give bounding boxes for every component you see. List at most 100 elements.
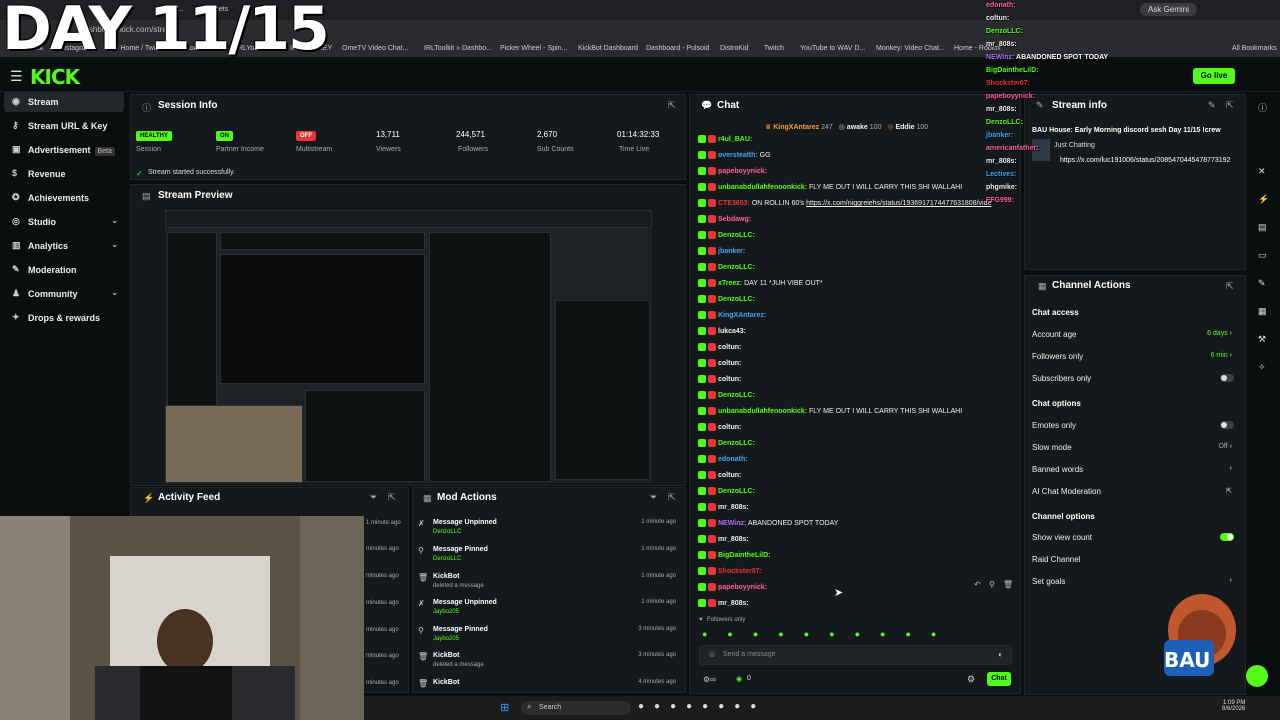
- app-icon[interactable]: [1246, 665, 1268, 687]
- chat-username[interactable]: mr_808s:: [718, 504, 749, 511]
- bookmark[interactable]: Twitch: [764, 45, 784, 52]
- chat-username[interactable]: KingXAntarez:: [718, 312, 766, 319]
- info-icon[interactable]: ⓘ: [1258, 101, 1267, 114]
- bookmark[interactable]: IRLToolkit » Dashbo...: [424, 45, 492, 52]
- ask-gemini-button[interactable]: Ask Gemini: [1140, 3, 1197, 16]
- bookmark[interactable]: KickBot Dashboard: [578, 45, 638, 52]
- chat-username[interactable]: Shockster07:: [718, 568, 762, 575]
- sidebar-item-advertisement[interactable]: ▣ Advertisement Beta: [4, 140, 124, 160]
- pin-icon[interactable]: ⚲: [989, 580, 995, 589]
- chat-username[interactable]: NEWinz:: [718, 520, 746, 527]
- bookmark[interactable]: Picker Wheel - Spin...: [500, 45, 567, 52]
- popout-icon[interactable]: ⇱: [388, 492, 396, 503]
- chat-username[interactable]: DenzoLLC:: [718, 440, 755, 447]
- sidebar-item-community[interactable]: ♟ Community ⌄: [4, 284, 124, 304]
- show-view-count-toggle[interactable]: [1220, 533, 1234, 541]
- gifter-name[interactable]: KingXAntarez: [773, 124, 819, 131]
- stream-link[interactable]: https://x.com/luc191006/status/208547044…: [1060, 157, 1230, 164]
- chat-username[interactable]: Sebdawg:: [718, 216, 751, 223]
- chat-username[interactable]: coltun:: [718, 344, 741, 351]
- chat-username[interactable]: overstealth:: [718, 152, 758, 159]
- menu-icon[interactable]: ☰: [10, 68, 23, 85]
- chat-username[interactable]: DenzoLLC:: [718, 264, 755, 271]
- set-goals-row[interactable]: Set goals ›: [1032, 577, 1238, 586]
- chat-username[interactable]: unbanabdullahfenoonkick:: [718, 408, 807, 415]
- followers-only-row[interactable]: Followers only 6 min ›: [1032, 352, 1238, 361]
- chat-username[interactable]: mr_808s:: [718, 536, 749, 543]
- sidebar-item-moderation[interactable]: ✎ Moderation: [4, 260, 124, 280]
- bookmark[interactable]: YouTube to WAV D...: [800, 45, 865, 52]
- clipboard-icon[interactable]: ▤: [1258, 222, 1267, 233]
- wrench-icon[interactable]: ⚒: [1258, 334, 1266, 345]
- chat-username[interactable]: edonath:: [718, 456, 748, 463]
- chat-username[interactable]: lukca43:: [718, 328, 746, 335]
- stream-preview-video[interactable]: [165, 210, 652, 483]
- bolt-icon[interactable]: ⚡: [1258, 194, 1269, 205]
- sidebar-item-analytics[interactable]: ▥ Analytics ⌄: [4, 236, 124, 256]
- mod-log-user[interactable]: Jaybo205: [433, 609, 459, 615]
- chat-username[interactable]: coltun:: [718, 472, 741, 479]
- filter-icon[interactable]: ⏷: [370, 492, 377, 503]
- gifter-name[interactable]: Eddie: [895, 124, 914, 131]
- settings-icon[interactable]: ⚙: [967, 674, 975, 685]
- sidebar-item-stream[interactable]: ◉ Stream: [4, 92, 124, 112]
- filter-icon[interactable]: ⏷: [650, 492, 657, 503]
- chat-username[interactable]: papeboyynick:: [718, 168, 767, 175]
- bookmark[interactable]: OmeTV Video Chat...: [342, 45, 408, 52]
- popout-icon[interactable]: ⇱: [1226, 100, 1234, 111]
- chat-username[interactable]: coltun:: [718, 424, 741, 431]
- sidebar-item-achievements[interactable]: ✪ Achievements: [4, 188, 124, 208]
- chat-username[interactable]: DenzoLLC:: [718, 296, 755, 303]
- popout-icon[interactable]: ⇱: [668, 100, 676, 111]
- banned-words-row[interactable]: Banned words ›: [1032, 465, 1238, 474]
- mod-log-user[interactable]: DenzoLLC: [433, 529, 461, 535]
- chat-username[interactable]: DenzoLLC:: [718, 488, 755, 495]
- chat-send-button[interactable]: Chat: [987, 672, 1011, 686]
- sidebar-item-revenue[interactable]: $ Revenue: [4, 164, 124, 184]
- trash-icon[interactable]: 🗑: [1003, 580, 1013, 589]
- mod-log-user[interactable]: Jaybo205: [433, 636, 459, 642]
- chat-username[interactable]: mr_808s:: [718, 600, 749, 607]
- chat-username[interactable]: unbanabdullahfenoonkick:: [718, 184, 807, 191]
- pen-icon[interactable]: ✎: [1258, 278, 1266, 289]
- chat-username[interactable]: DenzoLLC:: [718, 232, 755, 239]
- grid-icon[interactable]: ▦: [1258, 306, 1267, 317]
- chat-username[interactable]: coltun:: [718, 360, 741, 367]
- chat-icon[interactable]: ▭: [1258, 250, 1267, 261]
- emote-bar[interactable]: ●●●●●●●●●●: [702, 629, 1010, 641]
- reply-icon[interactable]: ↶: [974, 580, 981, 589]
- bookmark[interactable]: Monkey: Video Chat...: [876, 45, 945, 52]
- windows-start-icon[interactable]: ⊞: [500, 701, 509, 714]
- gifter-name[interactable]: awake: [847, 124, 868, 131]
- sidebar-item-studio[interactable]: ◎ Studio ⌄: [4, 212, 124, 232]
- taskbar-search[interactable]: Search: [521, 701, 631, 715]
- popout-icon[interactable]: ⇱: [668, 492, 676, 503]
- edit-icon[interactable]: ✎: [1208, 100, 1216, 111]
- kick-logo[interactable]: KICK: [30, 65, 80, 89]
- chat-username[interactable]: CTE3653:: [718, 200, 750, 207]
- bookmark[interactable]: DistroKid: [720, 45, 748, 52]
- chat-input[interactable]: ☺ Send a message ◐: [699, 645, 1012, 665]
- category-name[interactable]: Just Chatting: [1054, 142, 1095, 149]
- chat-username[interactable]: DenzoLLC:: [718, 392, 755, 399]
- close-icon[interactable]: ✕: [1258, 166, 1266, 177]
- ai-moderation-row[interactable]: AI Chat Moderation ⇱: [1032, 487, 1238, 496]
- emoji-icon[interactable]: ☺: [708, 650, 716, 659]
- slow-mode-row[interactable]: Slow mode Off ›: [1032, 443, 1238, 452]
- subscribers-only-toggle[interactable]: [1220, 374, 1234, 382]
- taskbar-apps[interactable]: ●●●●●●●●: [638, 701, 766, 712]
- bookmark[interactable]: Dashboard - Pulsoid: [646, 45, 709, 52]
- gear-icon[interactable]: ⚙∞: [703, 675, 716, 684]
- chat-username[interactable]: xTreez:: [718, 280, 742, 287]
- account-age-row[interactable]: Account age 6 days ›: [1032, 330, 1238, 339]
- chat-username[interactable]: jbanker:: [718, 248, 745, 255]
- emotes-only-toggle[interactable]: [1220, 421, 1234, 429]
- popout-icon[interactable]: ⇱: [1226, 281, 1234, 292]
- all-bookmarks[interactable]: All Bookmarks: [1232, 45, 1277, 52]
- go-live-button[interactable]: Go live: [1193, 68, 1235, 84]
- mod-log-user[interactable]: DenzoLLC: [433, 556, 461, 562]
- chat-username[interactable]: papeboyynick:: [718, 584, 767, 591]
- sparkle-icon[interactable]: ✧: [1258, 362, 1266, 373]
- emote-picker-icon[interactable]: ◐: [998, 650, 1003, 659]
- raid-channel-row[interactable]: Raid Channel: [1032, 555, 1238, 564]
